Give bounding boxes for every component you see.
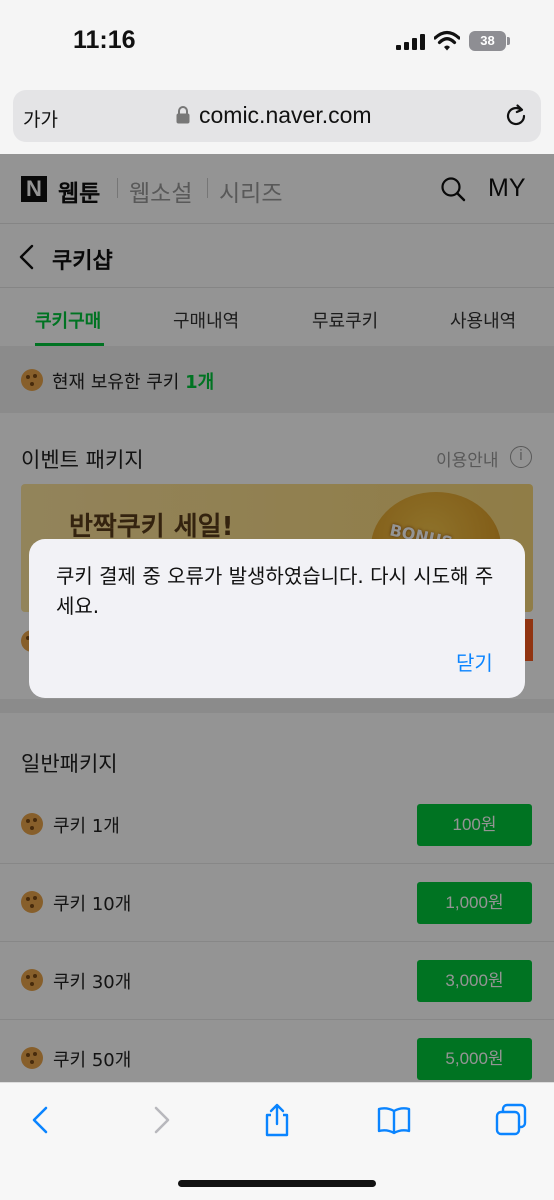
lock-icon bbox=[176, 106, 190, 124]
tabs-icon[interactable] bbox=[494, 1103, 528, 1137]
battery-icon: 38 bbox=[469, 31, 506, 51]
error-alert-dialog: 쿠키 결제 중 오류가 발생하였습니다. 다시 시도해 주세요. 닫기 bbox=[29, 539, 525, 698]
battery-cap bbox=[507, 37, 510, 45]
cellular-signal-icon bbox=[396, 34, 426, 50]
back-icon[interactable] bbox=[24, 1103, 58, 1137]
reload-icon[interactable] bbox=[503, 103, 529, 129]
browser-address-area: 가가 comic.naver.com bbox=[0, 84, 554, 154]
close-button[interactable]: 닫기 bbox=[456, 647, 493, 676]
forward-icon[interactable] bbox=[144, 1103, 178, 1137]
bookmarks-icon[interactable] bbox=[377, 1103, 411, 1137]
alert-message: 쿠키 결제 중 오류가 발생하였습니다. 다시 시도해 주세요. bbox=[56, 564, 494, 618]
wifi-icon bbox=[434, 30, 460, 51]
home-indicator bbox=[178, 1180, 376, 1187]
address-bar[interactable]: 가가 comic.naver.com bbox=[13, 90, 541, 142]
url-text: comic.naver.com bbox=[199, 102, 372, 128]
share-icon[interactable] bbox=[260, 1103, 294, 1137]
status-time: 11:16 bbox=[73, 26, 136, 54]
status-bar: 11:16 38 bbox=[0, 0, 554, 84]
text-size-button[interactable]: 가가 bbox=[23, 105, 58, 132]
